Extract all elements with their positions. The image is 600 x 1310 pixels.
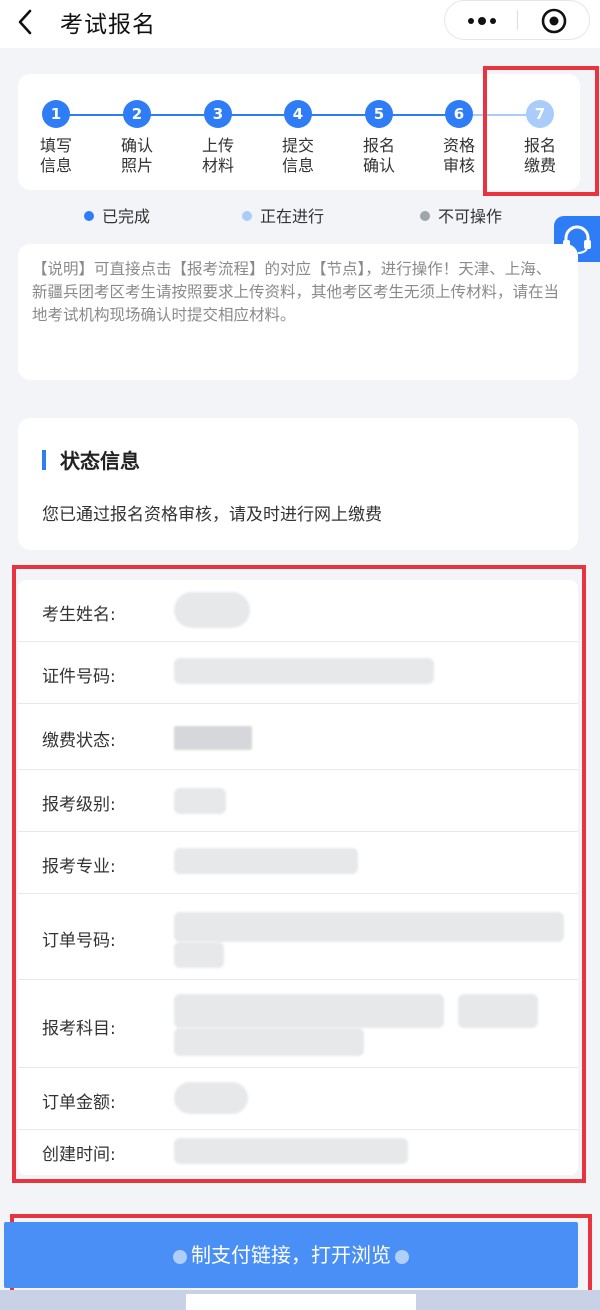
legend-label: 已完成 [102, 207, 151, 226]
legend-in-progress: 正在进行 [242, 203, 324, 227]
close-button[interactable] [518, 1, 590, 39]
more-dots-icon [468, 17, 496, 25]
step-number: 1 [42, 100, 70, 128]
chevron-left-icon [18, 9, 32, 35]
more-button[interactable] [445, 1, 517, 39]
step-number: 4 [284, 100, 312, 128]
status-message: 您已通过报名资格审核，请及时进行网上缴费 [42, 505, 382, 525]
legend-dot-disabled [420, 210, 430, 221]
legend-label: 正在进行 [260, 207, 325, 226]
step-fill-info[interactable]: 1 填写信息 [26, 100, 86, 176]
back-button[interactable] [12, 5, 40, 39]
page-title: 考试报名 [60, 12, 156, 38]
highlight-box-step-payment [483, 66, 599, 196]
copy-payment-link-button[interactable]: 制支付链接，打开浏览 [4, 1222, 578, 1288]
legend-label: 不可操作 [438, 207, 503, 226]
status-heading: 状态信息 [60, 449, 140, 473]
step-label: 确认照片 [120, 136, 153, 175]
step-label: 资格审核 [442, 136, 475, 175]
step-label: 报名确认 [362, 136, 395, 175]
step-number: 3 [204, 100, 232, 128]
legend-done: 已完成 [84, 203, 150, 227]
step-label: 上传材料 [201, 136, 234, 175]
highlight-box-info-table [12, 565, 586, 1183]
step-submit-info[interactable]: 4 提交信息 [268, 100, 328, 176]
step-confirm-photo[interactable]: 2 确认照片 [107, 100, 167, 176]
legend-dot-done [84, 210, 94, 221]
redacted-mark [173, 1249, 187, 1264]
target-close-icon [541, 8, 567, 34]
legend-disabled: 不可操作 [420, 203, 502, 227]
pay-button-label: 制支付链接，打开浏览 [191, 1243, 391, 1267]
redacted-mark [395, 1249, 409, 1264]
step-label: 填写信息 [39, 136, 72, 175]
notice-text: 【说明】可直接点击【报考流程】的对应【节点】，进行操作！天津、上海、新疆兵团考区… [32, 260, 560, 324]
legend-dot-in-progress [242, 210, 252, 221]
step-qualification-review[interactable]: 6 资格审核 [429, 100, 489, 176]
bottom-bar [186, 1294, 416, 1310]
step-number: 5 [365, 100, 393, 128]
step-number: 2 [123, 100, 151, 128]
step-label: 提交信息 [281, 136, 314, 175]
step-upload-material[interactable]: 3 上传材料 [188, 100, 248, 176]
status-card: 状态信息 您已通过报名资格审核，请及时进行网上缴费 [18, 418, 578, 550]
mini-program-capsule [444, 0, 590, 40]
step-registration-confirm[interactable]: 5 报名确认 [349, 100, 409, 176]
top-nav-bar: 考试报名 [0, 0, 600, 48]
step-number: 6 [445, 100, 473, 128]
section-accent-bar [42, 450, 46, 470]
notice-card: 【说明】可直接点击【报考流程】的对应【节点】，进行操作！天津、上海、新疆兵团考区… [18, 244, 578, 380]
